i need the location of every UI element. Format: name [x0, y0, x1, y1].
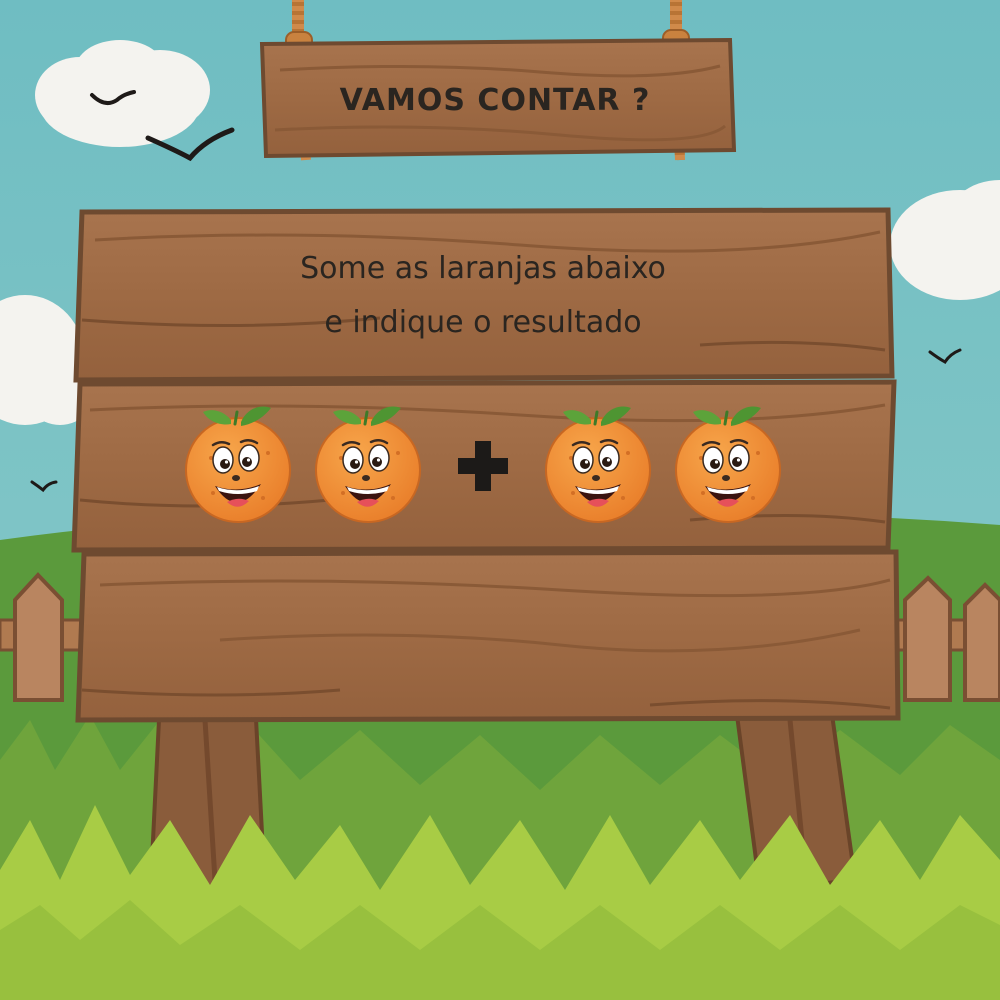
title-sign: VAMOS CONTAR ?: [259, 37, 737, 159]
instruction-line-1: Some as laranjas abaixo: [300, 251, 666, 286]
instruction-line-2: e indique o resultado: [324, 305, 641, 340]
title-text: VAMOS CONTAR ?: [340, 83, 651, 118]
instruction-board: Some as laranjas abaixo e indique o resu…: [73, 207, 895, 383]
answer-board[interactable]: [75, 549, 901, 723]
scene-canvas: VAMOS CONTAR ? Some as laranjas abaixo e…: [0, 0, 1000, 1000]
game-scene: VAMOS CONTAR ? Some as laranjas abaixo e…: [0, 0, 1000, 1000]
